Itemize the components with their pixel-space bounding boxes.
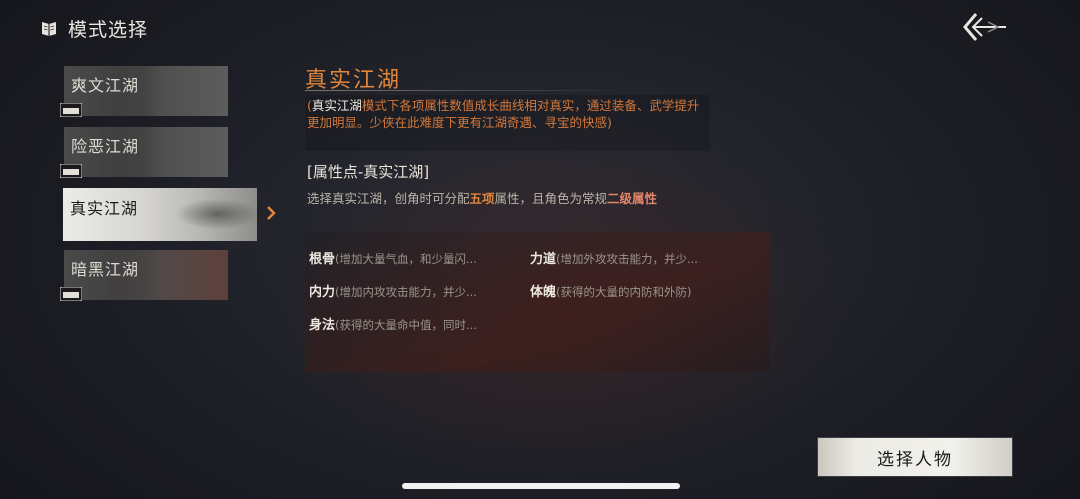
lock-icon: [60, 287, 82, 301]
title-divider: [305, 90, 610, 91]
mode-art-figure: [147, 188, 257, 241]
back-arrow-icon[interactable]: [962, 12, 1008, 42]
mode-item-shuangwen[interactable]: 爽文江湖: [64, 66, 228, 116]
attribute-section-title: [属性点-真实江湖]: [307, 163, 430, 181]
mode-label: 暗黑江湖: [71, 260, 140, 279]
mode-label: 真实江湖: [70, 199, 139, 218]
desc-rest: 模式下各项属性数值成长曲线相对真实，通过装备、武学提升更加明显。少侠在此难度下更…: [307, 98, 700, 130]
mode-description: (真实江湖模式下各项属性数值成长曲线相对真实，通过装备、武学提升更加明显。少侠在…: [307, 97, 707, 131]
select-character-button[interactable]: 选择人物: [818, 438, 1012, 476]
book-icon: [42, 22, 56, 36]
attribute-section-description: 选择真实江湖，创角时可分配五项属性，且角色为常规二级属性: [307, 188, 657, 207]
attribute-name: 身法: [309, 318, 336, 333]
attribute-gengu[interactable]: 根骨(增加大量气血，和少量闪...: [309, 248, 477, 267]
header: 模式选择: [40, 14, 148, 42]
attribute-level: 二级属性: [607, 191, 658, 206]
section-prefix: 选择真实江湖，创角时可分配: [307, 191, 470, 206]
attribute-tipo[interactable]: 体魄(获得的大量的内防和外防): [530, 281, 692, 300]
attribute-info: (增加大量气血，和少量闪...: [335, 252, 477, 266]
attribute-name: 根骨: [309, 252, 336, 267]
mode-item-xiane[interactable]: 险恶江湖: [64, 127, 228, 177]
attribute-info: (增加外攻攻击能力，并少...: [556, 252, 698, 266]
attribute-info: (增加内攻攻击能力，并少...: [335, 285, 477, 299]
attribute-neili[interactable]: 内力(增加内攻攻击能力，并少...: [309, 281, 477, 300]
section-mid: 属性，且角色为常规: [494, 191, 608, 206]
attribute-count: 五项: [469, 191, 495, 206]
attribute-info: (获得的大量命中值，同时...: [335, 318, 477, 332]
mode-label: 险恶江湖: [71, 137, 140, 156]
mode-label: 爽文江湖: [71, 76, 140, 95]
attribute-name: 体魄: [530, 285, 557, 300]
attribute-name: 力道: [530, 252, 557, 267]
attribute-info: (获得的大量的内防和外防): [556, 285, 692, 299]
attribute-name: 内力: [309, 285, 336, 300]
lock-icon: [60, 164, 82, 178]
chevron-right-icon: [267, 206, 276, 220]
desc-highlight: 真实江湖: [311, 98, 362, 113]
mode-item-anhei[interactable]: 暗黑江湖: [64, 250, 228, 300]
mode-item-zhenshi[interactable]: 真实江湖: [63, 188, 257, 241]
attribute-shenfa[interactable]: 身法(获得的大量命中值，同时...: [309, 314, 477, 333]
lock-icon: [60, 103, 82, 117]
home-indicator[interactable]: [402, 483, 680, 489]
attribute-lidao[interactable]: 力道(增加外攻攻击能力，并少...: [530, 248, 698, 267]
page-title: 模式选择: [68, 18, 149, 41]
